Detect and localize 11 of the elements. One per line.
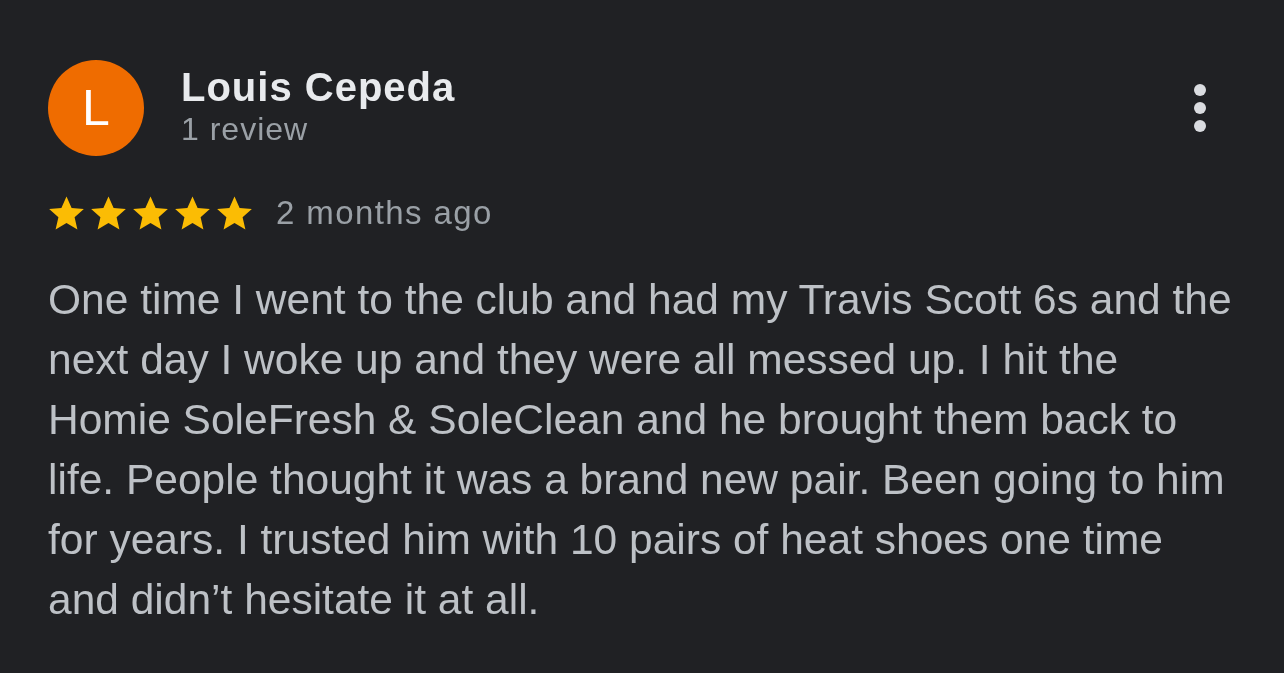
star-icon	[132, 195, 169, 231]
review-date: 2 months ago	[276, 194, 493, 232]
reviewer-name: Louis Cepeda	[181, 64, 457, 110]
star-icon	[48, 195, 85, 231]
more-options-icon	[1194, 84, 1206, 132]
review-text: One time I went to the club and had my Travis Scott 6s and the next day I woke up and they were all messed up. I hit the Homie SoleFresh & SoleClean and he brought them back to life. People thought it was a brand new pair. Been going to him for years. I trusted him with 10 pairs of heat shoes one time and didn’t hesitate it at all.	[48, 275, 1233, 625]
star-icon	[90, 195, 127, 231]
review-count: 1 review	[181, 110, 310, 148]
star-icon	[174, 195, 211, 231]
avatar: L	[48, 60, 144, 156]
star-icon	[216, 195, 253, 231]
